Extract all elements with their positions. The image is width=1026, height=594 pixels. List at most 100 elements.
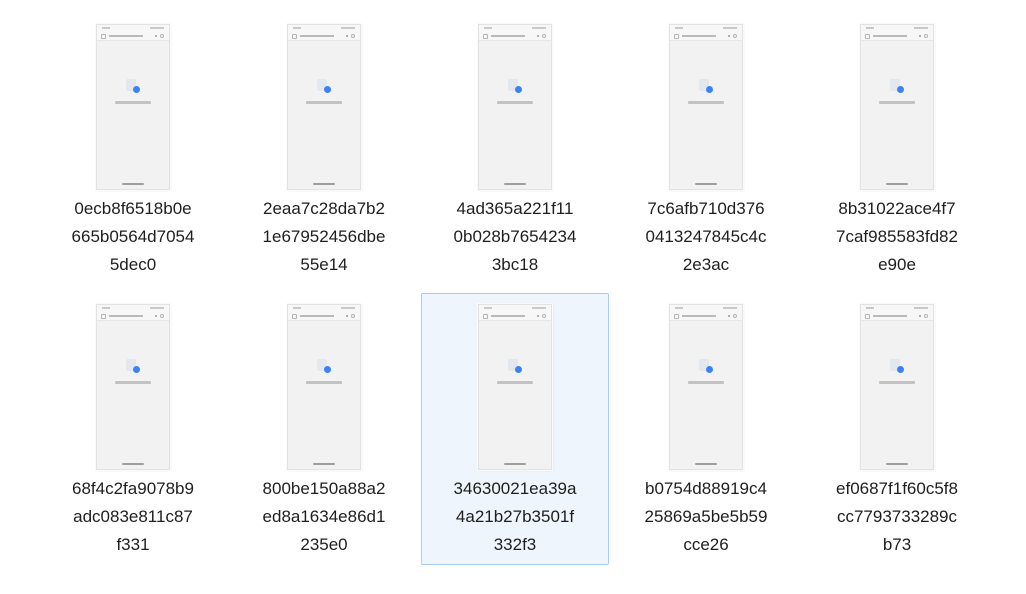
- file-name-line: b0754d88919c4: [645, 479, 767, 498]
- file-item-5[interactable]: 8b31022ace4f7 7caf985583fd82 e90e: [803, 13, 991, 285]
- loading-doc-icon: [699, 359, 714, 373]
- file-name-line: 332f3: [493, 535, 537, 554]
- thumb-navbar: [670, 311, 742, 321]
- loading-doc-icon: [890, 79, 905, 93]
- file-name[interactable]: 800be150a88a2 ed8a1634e86d1 235e0: [231, 475, 417, 559]
- file-name-line: adc083e811c87: [73, 507, 193, 526]
- file-name[interactable]: 8b31022ace4f7 7caf985583fd82 e90e: [804, 195, 990, 279]
- file-name[interactable]: 68f4c2fa9078b9 adc083e811c87 f331: [40, 475, 226, 559]
- thumb-target-icon: [351, 314, 355, 318]
- file-name-line: 665b0564d7054: [71, 227, 195, 246]
- thumb-home-indicator: [122, 463, 144, 465]
- file-name-line: 55e14: [300, 255, 348, 274]
- thumb-navbar: [288, 31, 360, 41]
- thumb-close-icon: [483, 314, 488, 319]
- thumb-more-icon: [728, 315, 730, 317]
- loading-doc-icon: [317, 359, 332, 373]
- file-item-9[interactable]: b0754d88919c4 25869a5be5b59 cce26: [612, 293, 800, 565]
- loading-doc-icon: [699, 79, 714, 93]
- file-grid: 0ecb8f6518b0e 665b0564d7054 5dec0 2eaa7c…: [39, 13, 991, 575]
- image-thumbnail: [860, 24, 934, 190]
- loading-doc-icon: [508, 79, 523, 93]
- thumb-message: [115, 381, 151, 384]
- file-name-line: 7caf985583fd82: [836, 227, 958, 246]
- thumb-close-icon: [292, 314, 297, 319]
- thumb-message: [306, 381, 342, 384]
- file-item-3[interactable]: 4ad365a221f11 0b028b7654234 3bc18: [421, 13, 609, 285]
- thumb-target-icon: [542, 34, 546, 38]
- file-item-7[interactable]: 800be150a88a2 ed8a1634e86d1 235e0: [230, 293, 418, 565]
- file-name[interactable]: 7c6afb710d376 0413247845c4c 2e3ac: [613, 195, 799, 279]
- file-name-line: f331: [116, 535, 150, 554]
- thumb-target-icon: [351, 34, 355, 38]
- thumb-message: [688, 101, 724, 104]
- file-item-2[interactable]: 2eaa7c28da7b2 1e67952456dbe 55e14: [230, 13, 418, 285]
- file-name-line: 68f4c2fa9078b9: [72, 479, 194, 498]
- thumb-home-indicator: [504, 183, 526, 185]
- thumb-more-icon: [537, 35, 539, 37]
- thumb-navbar: [97, 31, 169, 41]
- thumb-close-icon: [101, 314, 106, 319]
- file-name[interactable]: 4ad365a221f11 0b028b7654234 3bc18: [422, 195, 608, 279]
- thumb-message: [115, 101, 151, 104]
- thumb-more-icon: [346, 315, 348, 317]
- loading-doc-icon: [508, 359, 523, 373]
- thumb-navbar: [479, 311, 551, 321]
- thumb-target-icon: [733, 34, 737, 38]
- thumb-navbar: [97, 311, 169, 321]
- image-thumbnail: [669, 304, 743, 470]
- file-name[interactable]: 34630021ea39a 4a21b27b3501f 332f3: [422, 475, 608, 559]
- thumb-target-icon: [733, 314, 737, 318]
- thumb-message: [879, 381, 915, 384]
- thumb-more-icon: [346, 35, 348, 37]
- thumb-navbar: [861, 311, 933, 321]
- thumb-home-indicator: [695, 463, 717, 465]
- image-thumbnail: [860, 304, 934, 470]
- image-thumbnail: [96, 24, 170, 190]
- image-thumbnail: [669, 24, 743, 190]
- thumb-message: [497, 101, 533, 104]
- thumb-navbar: [670, 31, 742, 41]
- file-name-line: 0413247845c4c: [645, 227, 767, 246]
- thumb-message: [306, 101, 342, 104]
- file-name-line: 7c6afb710d376: [647, 199, 765, 218]
- thumb-message: [497, 381, 533, 384]
- file-name-line: 4ad365a221f11: [456, 199, 574, 218]
- file-name-line: 1e67952456dbe: [262, 227, 386, 246]
- file-name-line: 2e3ac: [682, 255, 730, 274]
- thumb-navbar: [861, 31, 933, 41]
- thumb-home-indicator: [313, 183, 335, 185]
- file-item-1[interactable]: 0ecb8f6518b0e 665b0564d7054 5dec0: [39, 13, 227, 285]
- file-name[interactable]: 2eaa7c28da7b2 1e67952456dbe 55e14: [231, 195, 417, 279]
- file-name[interactable]: b0754d88919c4 25869a5be5b59 cce26: [613, 475, 799, 559]
- thumb-more-icon: [919, 315, 921, 317]
- file-name-line: 800be150a88a2: [262, 479, 386, 498]
- thumb-target-icon: [924, 34, 928, 38]
- file-name-line: 0b028b7654234: [453, 227, 577, 246]
- file-item-8[interactable]: 34630021ea39a 4a21b27b3501f 332f3: [421, 293, 609, 565]
- thumb-close-icon: [674, 34, 679, 39]
- thumb-more-icon: [155, 315, 157, 317]
- file-name-line: cc7793733289c: [836, 507, 958, 526]
- file-name-line: 34630021ea39a: [453, 479, 577, 498]
- file-name[interactable]: 0ecb8f6518b0e 665b0564d7054 5dec0: [40, 195, 226, 279]
- thumb-close-icon: [101, 34, 106, 39]
- thumb-home-indicator: [313, 463, 335, 465]
- file-name[interactable]: ef0687f1f60c5f8 cc7793733289c b73: [804, 475, 990, 559]
- thumb-target-icon: [542, 314, 546, 318]
- file-name-line: cce26: [683, 535, 729, 554]
- loading-doc-icon: [317, 79, 332, 93]
- file-name-line: 2eaa7c28da7b2: [263, 199, 385, 218]
- file-item-4[interactable]: 7c6afb710d376 0413247845c4c 2e3ac: [612, 13, 800, 285]
- file-name-line: b73: [882, 535, 912, 554]
- file-item-10[interactable]: ef0687f1f60c5f8 cc7793733289c b73: [803, 293, 991, 565]
- file-name-line: 5dec0: [109, 255, 157, 274]
- file-item-6[interactable]: 68f4c2fa9078b9 adc083e811c87 f331: [39, 293, 227, 565]
- thumb-target-icon: [924, 314, 928, 318]
- loading-doc-icon: [126, 79, 141, 93]
- thumb-more-icon: [728, 35, 730, 37]
- file-name-line: e90e: [878, 255, 916, 274]
- file-name-line: 3bc18: [491, 255, 539, 274]
- thumb-close-icon: [292, 34, 297, 39]
- file-name-line: 235e0: [300, 535, 348, 554]
